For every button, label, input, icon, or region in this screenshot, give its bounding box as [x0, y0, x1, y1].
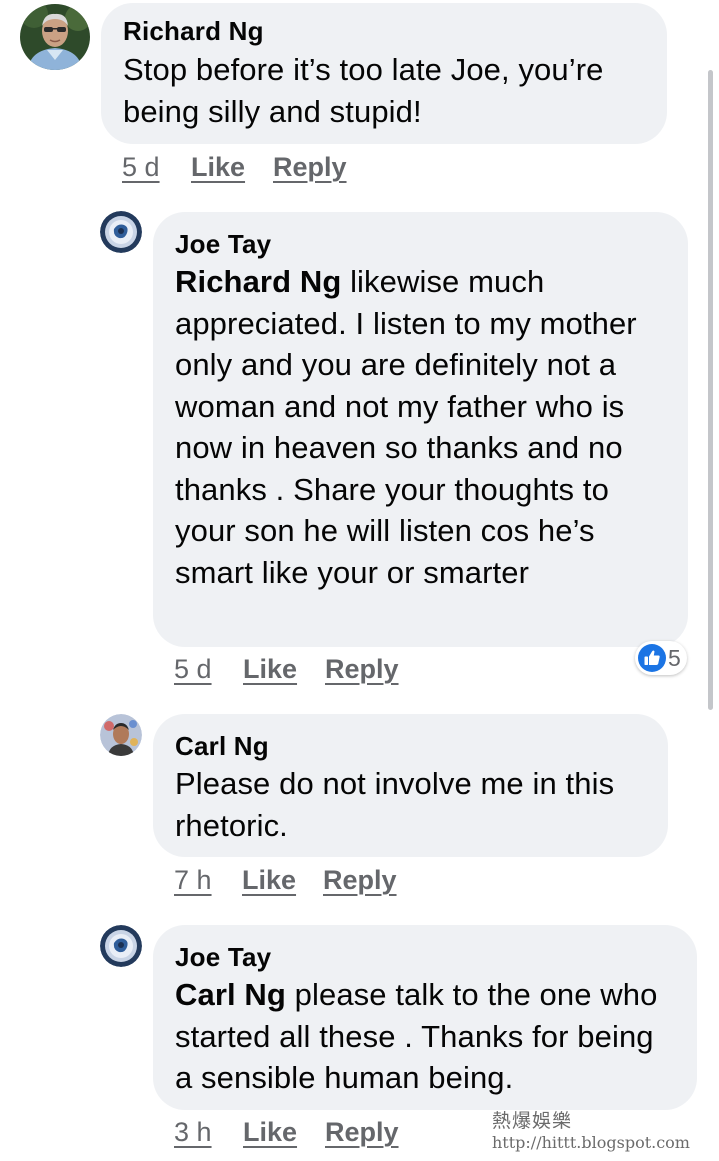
reply-button[interactable]: Reply — [325, 653, 399, 685]
avatar-image — [20, 4, 90, 70]
comment-author[interactable]: Joe Tay — [175, 942, 675, 972]
vertical-scrollbar[interactable] — [708, 70, 713, 710]
like-button[interactable]: Like — [243, 1116, 297, 1148]
watermark: 熱爆娛樂 http://hittt.blogspot.com — [492, 1110, 690, 1154]
comment-text: Please do not involve me in this rhetori… — [175, 766, 615, 843]
reply-button[interactable]: Reply — [325, 1116, 399, 1148]
like-reaction-icon — [638, 644, 666, 672]
comment-author[interactable]: Richard Ng — [123, 16, 645, 46]
reply-button[interactable]: Reply — [323, 864, 397, 896]
comment-timestamp[interactable]: 7 h — [174, 864, 212, 896]
avatar-joe-tay[interactable] — [100, 925, 142, 967]
comment-bubble: Joe Tay Richard Ng likewise much appreci… — [153, 212, 688, 647]
watermark-title: 熱爆娛樂 — [492, 1110, 573, 1132]
mention-link[interactable]: Carl Ng — [175, 977, 286, 1012]
avatar-richard-ng[interactable] — [20, 4, 90, 70]
comment-bubble: Richard Ng Stop before it’s too late Joe… — [101, 3, 667, 144]
comment-text: Stop before it’s too late Joe, you’re be… — [123, 52, 604, 129]
comment-bubble: Carl Ng Please do not involve me in this… — [153, 714, 668, 857]
like-button[interactable]: Like — [191, 151, 245, 183]
avatar-image — [100, 714, 142, 756]
avatar-image — [100, 925, 142, 967]
comment-body: likewise much appreciated. I listen to m… — [175, 264, 637, 590]
mention-link[interactable]: Richard Ng — [175, 264, 341, 299]
reaction-count: 5 — [668, 645, 681, 671]
like-button[interactable]: Like — [242, 864, 296, 896]
comment-author[interactable]: Joe Tay — [175, 229, 666, 259]
like-button[interactable]: Like — [243, 653, 297, 685]
comment-timestamp[interactable]: 3 h — [174, 1116, 212, 1148]
comment-text: Richard Ng likewise much appreciated. I … — [175, 261, 666, 593]
comment-author[interactable]: Carl Ng — [175, 731, 646, 761]
avatar-joe-tay[interactable] — [100, 211, 142, 253]
comment-timestamp[interactable]: 5 d — [122, 151, 160, 183]
comment-timestamp[interactable]: 5 d — [174, 653, 212, 685]
comment-text: Carl Ng please talk to the one who start… — [175, 974, 675, 1099]
reply-button[interactable]: Reply — [273, 151, 347, 183]
avatar-image — [100, 211, 142, 253]
comment-bubble: Joe Tay Carl Ng please talk to the one w… — [153, 925, 697, 1110]
avatar-carl-ng[interactable] — [100, 714, 142, 756]
reaction-summary[interactable]: 5 — [635, 641, 687, 675]
watermark-url: http://hittt.blogspot.com — [492, 1133, 690, 1152]
